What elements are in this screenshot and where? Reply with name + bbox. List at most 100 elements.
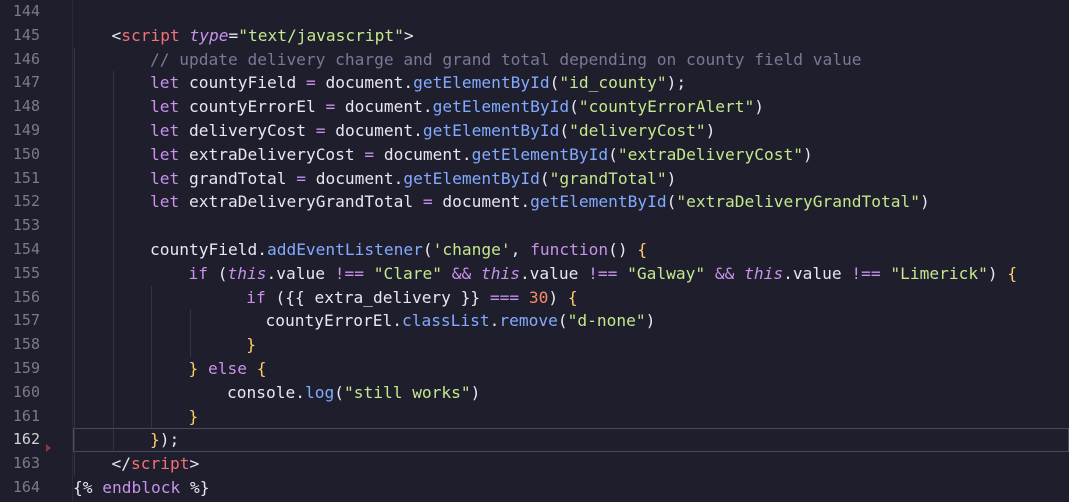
code-token: type: [189, 25, 229, 45]
code-token: {: [567, 287, 578, 307]
code-token: =: [364, 144, 375, 164]
code-token: "text/javascript": [238, 25, 404, 45]
code-token: ,: [510, 240, 531, 259]
code-token: "countyErrorAlert": [578, 97, 755, 117]
code-line[interactable]: let grandTotal = document.getElementById…: [150, 167, 676, 191]
code-token: countyField.: [150, 240, 267, 259]
code-token: 30: [528, 287, 549, 307]
code-token: ): [548, 287, 568, 307]
line-number[interactable]: 157: [0, 309, 40, 333]
code-line[interactable]: // update delivery charge and grand tota…: [150, 48, 861, 72]
code-token: {: [1007, 263, 1018, 283]
code-token: countyField: [179, 73, 306, 93]
current-line-highlight: [73, 428, 1069, 453]
code-token: (: [559, 121, 570, 140]
code-token: }: [246, 335, 256, 355]
fold-arrow-icon[interactable]: [46, 444, 51, 453]
code-editor[interactable]: 144 145 <script type="text/javascript"> 146…: [0, 0, 1069, 502]
code-token: function: [530, 240, 609, 259]
code-line[interactable]: console.log("still works"): [227, 381, 480, 405]
code-token: getElementById: [422, 121, 560, 140]
code-token: endblock: [102, 478, 181, 497]
code-token: document.: [432, 192, 531, 212]
line-number[interactable]: 156: [0, 286, 40, 310]
code-token: (: [666, 192, 677, 212]
line-number[interactable]: 162: [0, 428, 40, 452]
code-line[interactable]: } else {: [189, 357, 267, 381]
code-line[interactable]: }: [246, 333, 256, 357]
code-token: "extraDeliveryCost": [617, 144, 804, 164]
code-line[interactable]: <script type="text/javascript">: [112, 24, 414, 48]
code-line[interactable]: countyErrorEl.classList.remove("d-none"): [266, 309, 656, 333]
code-token: document.: [305, 168, 404, 188]
code-token: !==: [334, 263, 364, 283]
code-token: ): [705, 121, 716, 140]
code-token: this: [480, 263, 520, 283]
code-token: "id_county": [559, 73, 667, 93]
line-number[interactable]: 164: [0, 476, 40, 500]
line-number[interactable]: 159: [0, 357, 40, 381]
code-token: ): [470, 382, 481, 402]
line-number[interactable]: 155: [0, 262, 40, 286]
code-token: document.: [335, 97, 433, 117]
line-number[interactable]: 150: [0, 143, 40, 167]
code-line[interactable]: let extraDeliveryCost = document.getElem…: [150, 143, 813, 167]
code-token: grandTotal: [179, 168, 297, 188]
code-token: .value: [519, 263, 589, 283]
code-line[interactable]: {% endblock %}: [73, 476, 209, 500]
code-token: let: [150, 144, 180, 164]
code-token: countyErrorEl: [179, 97, 326, 117]
code-token: (): [608, 240, 638, 259]
code-line[interactable]: let deliveryCost = document.getElementBy…: [150, 119, 715, 143]
indent-guide: [151, 285, 152, 429]
line-number[interactable]: 144: [0, 0, 40, 24]
line-number[interactable]: 154: [0, 238, 40, 262]
code-token: ): [666, 168, 677, 188]
code-token: countyErrorEl.: [265, 311, 402, 331]
code-line[interactable]: let countyField = document.getElementByI…: [150, 71, 686, 95]
code-line[interactable]: let extraDeliveryGrandTotal = document.g…: [150, 190, 930, 214]
code-token: =: [315, 121, 326, 140]
line-number[interactable]: 148: [0, 95, 40, 119]
code-token: =: [325, 97, 336, 117]
line-number[interactable]: 149: [0, 119, 40, 143]
code-token: );: [159, 430, 180, 450]
code-token: (: [265, 287, 286, 307]
code-token: %}: [180, 478, 210, 497]
line-number[interactable]: 158: [0, 333, 40, 357]
code-line[interactable]: });: [150, 428, 179, 452]
line-number[interactable]: 147: [0, 71, 40, 95]
line-number[interactable]: 163: [0, 452, 40, 476]
code-token: {%: [73, 478, 103, 497]
line-number[interactable]: 153: [0, 214, 40, 238]
code-token: !==: [588, 263, 618, 283]
code-token: "still works": [343, 382, 471, 402]
code-token: if: [188, 263, 209, 283]
line-number[interactable]: 152: [0, 190, 40, 214]
code-token: getElementById: [530, 192, 667, 212]
code-line[interactable]: let countyErrorEl = document.getElementB…: [150, 95, 764, 119]
line-number[interactable]: 151: [0, 167, 40, 191]
code-token: {: [637, 240, 648, 259]
line-number[interactable]: 161: [0, 405, 40, 429]
code-line[interactable]: }: [189, 405, 199, 429]
code-token: }: [188, 359, 199, 378]
code-line[interactable]: countyField.addEventListener('change', f…: [150, 238, 647, 262]
code-line[interactable]: if (this.value !== "Clare" && this.value…: [189, 262, 1018, 286]
code-line[interactable]: if ({{ extra_delivery }} === 30) {: [246, 286, 577, 310]
code-token: {{ extra_delivery }}: [285, 287, 481, 307]
line-number[interactable]: 160: [0, 381, 40, 405]
line-number[interactable]: 145: [0, 24, 40, 48]
code-token: document.: [374, 144, 472, 164]
code-line[interactable]: </script>: [112, 452, 200, 476]
line-number[interactable]: 146: [0, 48, 40, 72]
